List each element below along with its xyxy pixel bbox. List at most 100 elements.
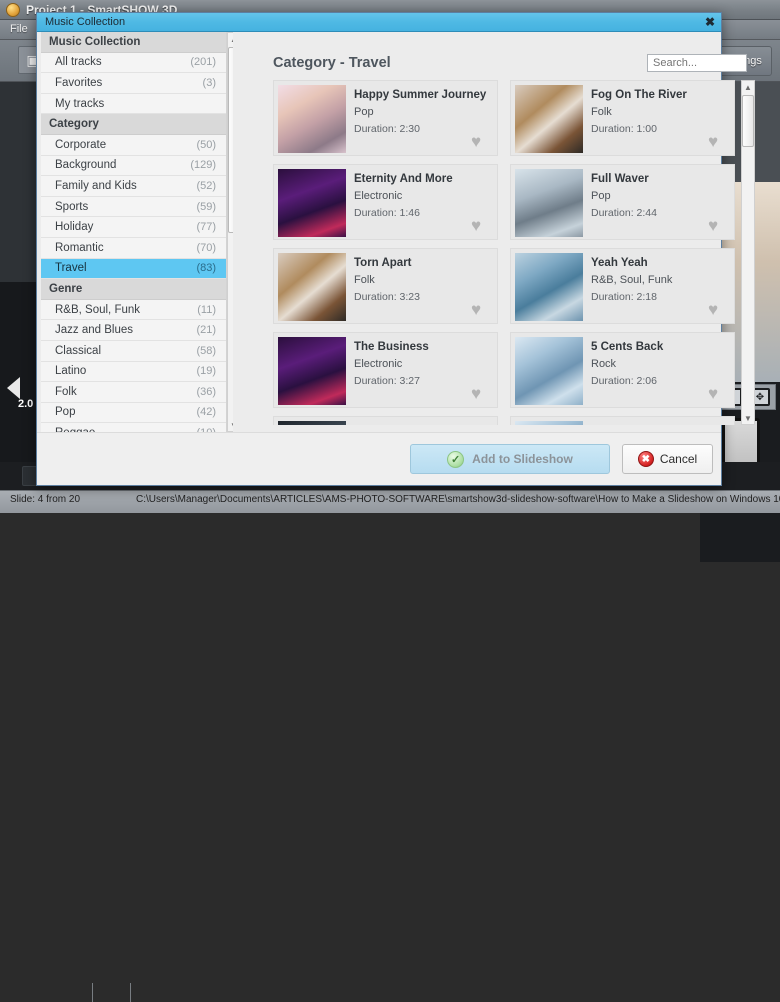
track-list-scrollbar-thumb[interactable] [742, 95, 754, 147]
track-title: Eternity And More [354, 173, 453, 185]
heart-icon[interactable]: ♥ [708, 301, 725, 318]
sidebar-item-jazz-and-blues[interactable]: Jazz and Blues (21) [41, 320, 226, 341]
heart-icon[interactable]: ♥ [471, 217, 488, 234]
sidebar-item-count: (77) [196, 221, 216, 234]
sidebar-item-label: Latino [55, 365, 87, 378]
track-artwork [278, 85, 346, 153]
heart-icon[interactable]: ♥ [471, 301, 488, 318]
sidebar-item-label: Romantic [55, 241, 104, 254]
sidebar-item-label: Corporate [55, 138, 107, 151]
track-title: Full Waver [591, 173, 649, 185]
sidebar-item-all-tracks[interactable]: All tracks (201) [41, 52, 226, 74]
sidebar-item-reggae[interactable]: Reggae(10) [41, 423, 226, 432]
sidebar-item-favorites[interactable]: Favorites (3) [41, 73, 226, 94]
track-card[interactable]: Autumn RainLatinoDuration: 2:05♥ [273, 416, 498, 425]
track-artwork [515, 85, 583, 153]
track-genre: Folk [354, 274, 375, 286]
scroll-up-icon[interactable]: ▲ [742, 81, 754, 93]
track-duration: Duration: 1:46 [354, 207, 420, 219]
sidebar-item-count: (19) [196, 365, 216, 378]
sidebar-item-label: Favorites [55, 76, 103, 89]
sidebar-item-latino[interactable]: Latino (19) [41, 361, 226, 383]
sidebar-group-header: Category [41, 114, 226, 135]
sidebar-item-background[interactable]: Background (129) [41, 155, 226, 177]
sidebar-item-folk[interactable]: Folk (36) [41, 382, 226, 403]
dialog-footer: ✓ Add to Slideshow ✖ Cancel [37, 432, 721, 485]
heart-icon[interactable]: ♥ [471, 133, 488, 150]
menu-file[interactable]: File [10, 23, 28, 35]
sidebar-item-label: Family and Kids [55, 179, 137, 192]
track-artwork [278, 337, 346, 405]
sidebar-item-label: All tracks [55, 56, 102, 69]
track-artwork [515, 337, 583, 405]
heart-icon[interactable]: ♥ [708, 217, 725, 234]
track-card[interactable]: Happy Summer Journey Pop Duration: 2:30 ♥ [273, 80, 498, 156]
track-title: The Business [354, 341, 429, 353]
add-to-slideshow-button[interactable]: ✓ Add to Slideshow [410, 444, 610, 474]
sidebar-item-family-and-kids[interactable]: Family and Kids (52) [41, 176, 226, 197]
track-card[interactable]: Torn Apart Folk Duration: 3:23 ♥ [273, 248, 498, 324]
sidebar-item-count: (42) [196, 406, 216, 419]
track-card[interactable]: SundownRockDuration: 4:15♥ [510, 416, 735, 425]
scroll-down-icon[interactable]: ▼ [742, 412, 754, 424]
sidebar-group-header: Genre [41, 279, 226, 300]
track-card[interactable]: Full Waver Pop Duration: 2:44 ♥ [510, 164, 735, 240]
sidebar-item-holiday[interactable]: Holiday (77) [41, 217, 226, 238]
sidebar-item-travel[interactable]: Travel (83) [41, 258, 226, 280]
track-card[interactable]: Yeah Yeah R&B, Soul, Funk Duration: 2:18 ♥ [510, 248, 735, 324]
category-list: Music Collection All tracks (201) Favorites… [41, 32, 226, 432]
heart-icon[interactable]: ♥ [708, 385, 725, 402]
close-icon[interactable]: ✖ [703, 15, 717, 29]
cancel-button[interactable]: ✖ Cancel [622, 444, 713, 474]
previous-slide-arrow-icon[interactable] [7, 377, 20, 399]
sidebar-item-sports[interactable]: Sports (59) [41, 196, 226, 218]
category-sidebar: Music Collection All tracks (201) Favorites… [41, 32, 227, 432]
cancel-label: Cancel [659, 452, 698, 466]
sidebar-item-count: (70) [196, 241, 216, 254]
track-genre: R&B, Soul, Funk [591, 274, 673, 286]
sidebar-item-count: (3) [202, 76, 216, 89]
track-card[interactable]: Fog On The River Folk Duration: 1:00 ♥ [510, 80, 735, 156]
sidebar-item-r-b-soul-funk[interactable]: R&B, Soul, Funk (11) [41, 299, 226, 321]
track-browser: Category - Travel Happy Summer Journey Po… [233, 32, 755, 432]
sidebar-item-count: (83) [196, 262, 216, 275]
track-genre: Folk [591, 106, 612, 118]
sidebar-item-label: R&B, Soul, Funk [55, 303, 141, 316]
track-card[interactable]: 5 Cents Back Rock Duration: 2:06 ♥ [510, 332, 735, 408]
sidebar-item-count: (129) [190, 159, 216, 172]
track-card[interactable]: Eternity And More Electronic Duration: 1:4… [273, 164, 498, 240]
track-genre: Electronic [354, 190, 403, 202]
track-duration: Duration: 2:06 [591, 375, 657, 387]
sidebar-item-pop[interactable]: Pop (42) [41, 402, 226, 424]
search-input[interactable] [647, 54, 747, 72]
dialog-titlebar: Music Collection ✖ [37, 13, 721, 32]
status-slide-counter: Slide: 4 from 20 [10, 494, 81, 505]
track-genre: Rock [591, 358, 617, 370]
heart-icon[interactable]: ♥ [708, 133, 725, 150]
sidebar-item-label: Pop [55, 406, 76, 419]
sidebar-item-romantic[interactable]: Romantic (70) [41, 237, 226, 259]
sidebar-item-classical[interactable]: Classical (58) [41, 340, 226, 362]
page-title: Category - Travel [273, 55, 391, 71]
heart-icon[interactable]: ♥ [471, 385, 488, 402]
track-title: Yeah Yeah [591, 257, 648, 269]
sidebar-item-label: Jazz and Blues [55, 324, 133, 337]
track-duration: Duration: 3:27 [354, 375, 420, 387]
track-duration: Duration: 1:00 [591, 123, 657, 135]
track-card[interactable]: The Business Electronic Duration: 3:27 ♥ [273, 332, 498, 408]
sidebar-item-my-tracks[interactable]: My tracks [41, 93, 226, 115]
sidebar-item-label: Folk [55, 385, 77, 398]
sidebar-item-count: (36) [196, 385, 216, 398]
app-logo-icon [6, 3, 20, 17]
music-collection-dialog: Music Collection ✖ Music Collection All t… [36, 12, 755, 486]
track-list-scrollbar[interactable]: ▲ ▼ [741, 80, 755, 425]
track-artwork [278, 169, 346, 237]
sidebar-group-header: Music Collection [41, 32, 226, 53]
sidebar-item-label: Sports [55, 200, 89, 213]
track-genre: Pop [591, 190, 611, 202]
sidebar-item-label: My tracks [55, 97, 105, 110]
sidebar-item-corporate[interactable]: Corporate (50) [41, 134, 226, 156]
sidebar-item-label: Holiday [55, 221, 94, 234]
track-artwork [515, 169, 583, 237]
track-duration: Duration: 2:30 [354, 123, 420, 135]
